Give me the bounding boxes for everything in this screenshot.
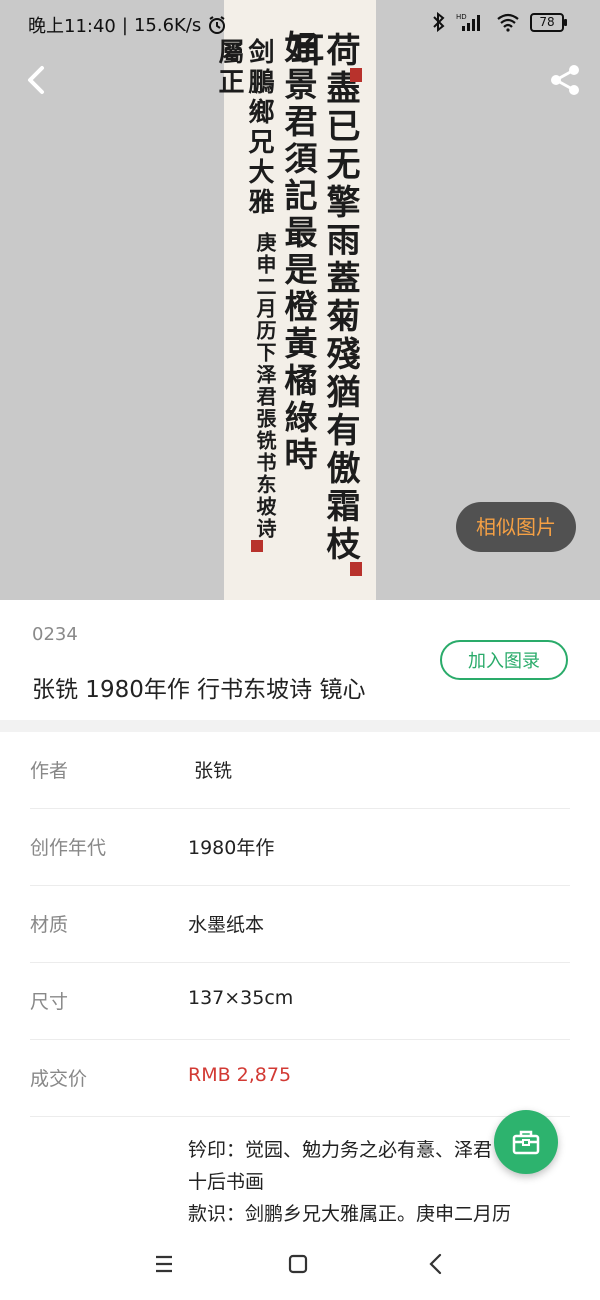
similar-images-button[interactable]: 相似图片	[456, 502, 576, 552]
detail-row-material: 材质 水墨纸本	[30, 886, 570, 963]
system-nav-bar	[0, 1228, 600, 1300]
price-value: RMB 2,875	[188, 1064, 292, 1086]
inscription-line: 款识：剑鹏乡兄大雅属正。庚申二月历	[188, 1203, 512, 1225]
battery-icon: 78	[530, 12, 567, 32]
hd-signal-icon: HD	[456, 13, 480, 31]
lot-title: 张铣 1980年作 行书东坡诗 镜心	[32, 677, 366, 703]
section-divider	[0, 720, 600, 732]
calligraphy-column-2: 好景君須記最是橙黃橘綠時	[279, 30, 318, 474]
share-icon[interactable]	[546, 60, 586, 100]
detail-value: 张铣	[194, 760, 233, 782]
detail-label: 作者	[30, 760, 69, 782]
red-seal-signature	[251, 540, 263, 552]
detail-value: 水墨纸本	[188, 914, 265, 936]
detail-label: 材质	[30, 914, 69, 936]
detail-row-size: 尺寸 137×35cm	[30, 963, 570, 1040]
chevron-left-icon[interactable]	[18, 60, 58, 100]
details-table: 作者 张铣 创作年代 1980年作 材质 水墨纸本 尺寸 137×35cm 成交…	[0, 732, 600, 1117]
briefcase-icon	[512, 1130, 540, 1155]
alarm-icon	[209, 16, 226, 34]
status-bar: 晚上11:40 | 15.6K/s HD 78	[0, 0, 600, 48]
red-seal-bottom	[350, 562, 362, 576]
add-to-catalog-button[interactable]: 加入图录	[440, 640, 568, 680]
lot-info: 0234 张铣 1980年作 行书东坡诗 镜心 加入图录	[0, 600, 600, 720]
detail-row-author: 作者 张铣	[30, 732, 570, 809]
red-seal-top	[350, 68, 362, 82]
detail-label: 创作年代	[30, 837, 107, 859]
detail-label: 尺寸	[30, 991, 69, 1013]
detail-value: 137×35cm	[188, 987, 294, 1009]
menu-icon[interactable]	[148, 1248, 180, 1280]
status-time: 晚上11:40	[28, 16, 116, 37]
detail-row-year: 创作年代 1980年作	[30, 809, 570, 886]
status-speed: 15.6K/s	[133, 14, 202, 36]
wifi-icon	[497, 13, 519, 32]
detail-row-price: 成交价 RMB 2,875	[30, 1040, 570, 1117]
back-triangle-icon[interactable]	[420, 1248, 452, 1280]
calligraphy-column-1: 荷盡已无擎雨蓋菊殘猶有傲霜枝耳	[284, 32, 360, 564]
calligraphy-column-3: 剑鵬鄉兄大雅屬正	[214, 38, 274, 218]
briefcase-fab-button[interactable]	[494, 1110, 558, 1174]
home-square-icon[interactable]	[282, 1248, 314, 1280]
detail-label: 成交价	[30, 1068, 88, 1090]
status-separator: |	[121, 14, 128, 36]
calligraphy-column-4: 庚申二月历下泽君張铣书东坡诗	[253, 232, 277, 540]
bluetooth-icon	[433, 12, 445, 32]
detail-value: 1980年作	[188, 837, 275, 859]
svg-text:HD: HD	[456, 13, 467, 21]
lot-number: 0234	[32, 624, 78, 645]
